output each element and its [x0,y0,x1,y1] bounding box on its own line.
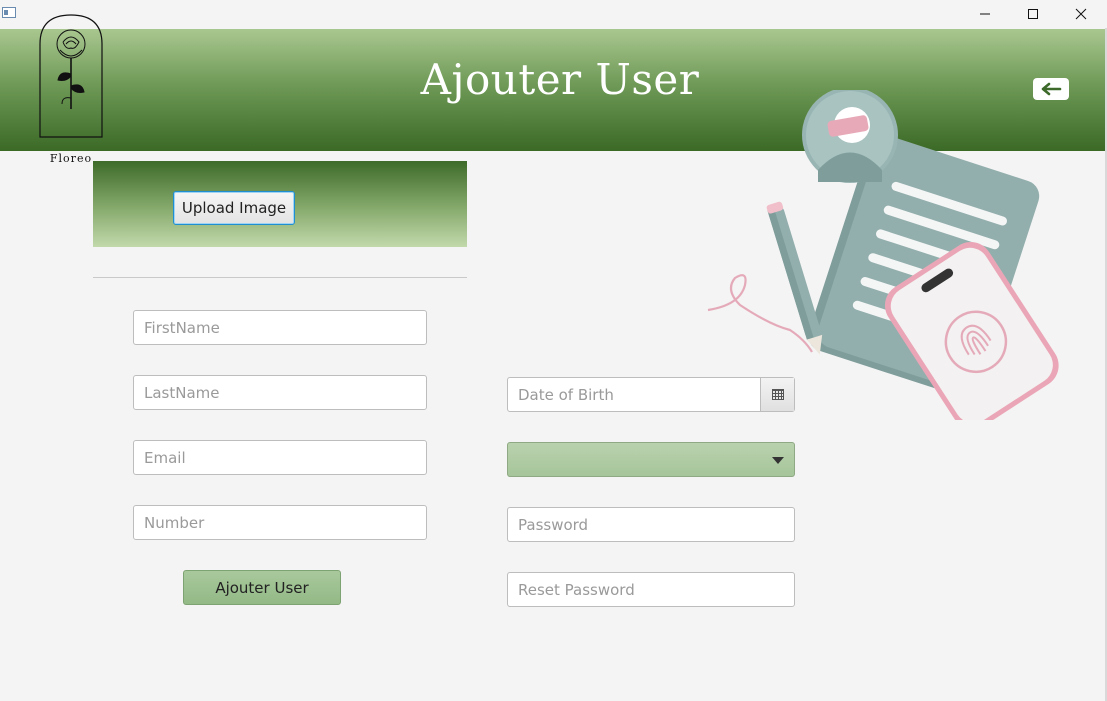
firstname-placeholder: FirstName [144,318,220,337]
chevron-down-icon [772,457,784,464]
number-field[interactable]: Number [133,505,427,540]
upload-image-button[interactable]: Upload Image [173,191,295,225]
reset-password-field[interactable]: Reset Password [507,572,795,607]
password-field[interactable]: Password [507,507,795,542]
lastname-field[interactable]: LastName [133,375,427,410]
password-placeholder: Password [518,515,589,534]
maximize-icon [1028,9,1038,19]
firstname-field[interactable]: FirstName [133,310,427,345]
window-titlebar [0,0,1107,28]
minimize-icon [980,13,990,15]
email-placeholder: Email [144,448,186,467]
reset-password-placeholder: Reset Password [518,580,635,599]
close-button[interactable] [1058,0,1104,28]
lastname-placeholder: LastName [144,383,220,402]
minimize-button[interactable] [962,0,1008,28]
maximize-button[interactable] [1010,0,1056,28]
role-combobox[interactable] [507,442,795,477]
divider [93,277,467,278]
user-registration-illustration [707,90,1059,420]
date-of-birth-placeholder: Date of Birth [518,385,614,404]
rose-logo-icon [39,14,103,138]
number-placeholder: Number [144,513,205,532]
close-icon [1075,8,1087,20]
app-icon [2,7,16,18]
ajouter-user-button[interactable]: Ajouter User [183,570,341,605]
email-field[interactable]: Email [133,440,427,475]
